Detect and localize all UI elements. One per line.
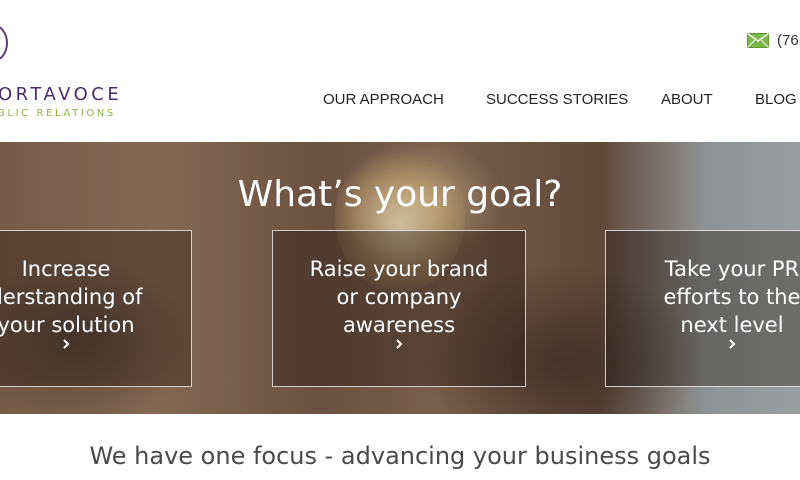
hero-banner: What’s your goal? Increase derstanding o… xyxy=(0,142,800,414)
main-nav: OUR APPROACH SUCCESS STORIES ABOUT BLOG xyxy=(0,91,800,111)
nav-our-approach[interactable]: OUR APPROACH xyxy=(323,91,444,108)
goal-card-pr-efforts[interactable]: Take your PR efforts to the next level xyxy=(605,230,800,387)
goal-card-text: Raise your brand or company awareness xyxy=(309,257,489,337)
focus-statement: We have one focus - advancing your busin… xyxy=(89,442,711,470)
phone-number[interactable]: (76 xyxy=(777,32,799,49)
chevron-right-icon xyxy=(63,339,70,349)
site-header: ORTAVOCE BLIC RELATIONS (76 OUR APPROACH… xyxy=(0,0,800,142)
chevron-right-icon xyxy=(729,339,736,349)
envelope-icon xyxy=(747,32,769,48)
nav-about[interactable]: ABOUT xyxy=(661,91,713,108)
hero-title: What’s your goal? xyxy=(237,174,563,215)
goal-card-understanding[interactable]: Increase derstanding of your solution xyxy=(0,230,192,387)
goal-card-text: Take your PR efforts to the next level xyxy=(663,257,800,337)
nav-blog[interactable]: BLOG xyxy=(755,91,797,108)
nav-success-stories[interactable]: SUCCESS STORIES xyxy=(486,91,628,108)
goal-card-awareness[interactable]: Raise your brand or company awareness xyxy=(272,230,526,387)
contact-phone[interactable]: (76 xyxy=(747,32,799,49)
logo-mark[interactable] xyxy=(0,24,8,62)
goal-card-text: Increase derstanding of your solution xyxy=(0,257,143,337)
chevron-right-icon xyxy=(396,339,403,349)
